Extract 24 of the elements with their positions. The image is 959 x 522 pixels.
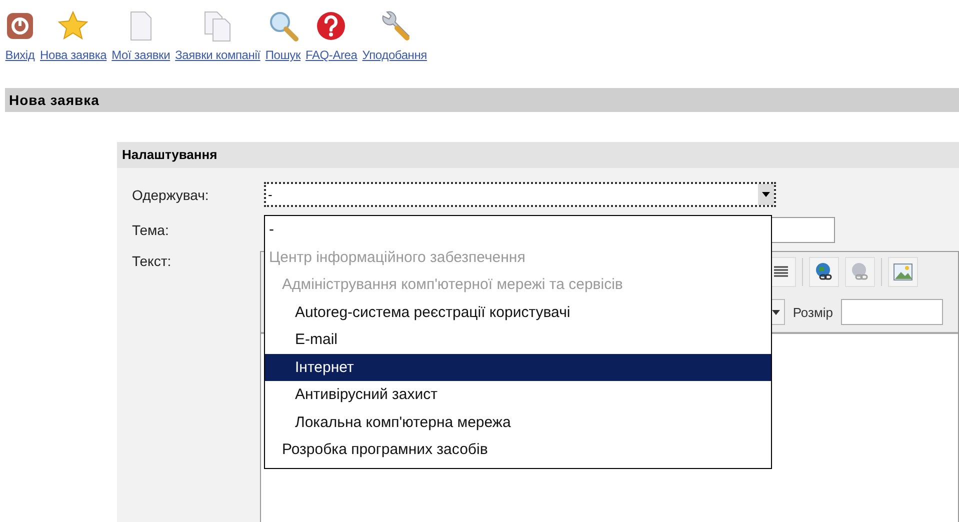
globe-link-icon[interactable] <box>808 257 839 287</box>
power-icon <box>5 11 35 41</box>
toolbar-link[interactable]: Вихід <box>5 4 35 74</box>
star-icon <box>57 10 90 42</box>
field-label: Одержувач: <box>131 186 210 202</box>
toolbar-link[interactable]: Пошук <box>265 4 300 74</box>
page-title: Нова заявка <box>5 88 959 112</box>
toolbar-link[interactable]: FAQ-Area <box>306 4 358 74</box>
document-icon <box>128 10 154 42</box>
section-header: Налаштування <box>117 142 959 168</box>
size-field[interactable] <box>841 299 944 325</box>
toolbar-link[interactable]: Заявки компанії <box>175 4 260 74</box>
dropdown-option[interactable]: - <box>265 216 771 244</box>
size-label: Розмір <box>792 304 834 320</box>
recipient-select[interactable]: - <box>264 182 776 207</box>
help-icon <box>315 10 348 42</box>
image-icon[interactable] <box>888 257 918 287</box>
toolbar-link[interactable]: Уподобання <box>362 4 427 74</box>
field-label: Тема: <box>131 222 170 238</box>
toolbar-link[interactable]: Мої заявки <box>112 4 170 74</box>
documents-icon <box>202 10 233 42</box>
field-label: Текст: <box>131 253 172 269</box>
caret-icon <box>772 310 780 314</box>
toolbar-link[interactable]: Нова заявка <box>40 4 107 74</box>
